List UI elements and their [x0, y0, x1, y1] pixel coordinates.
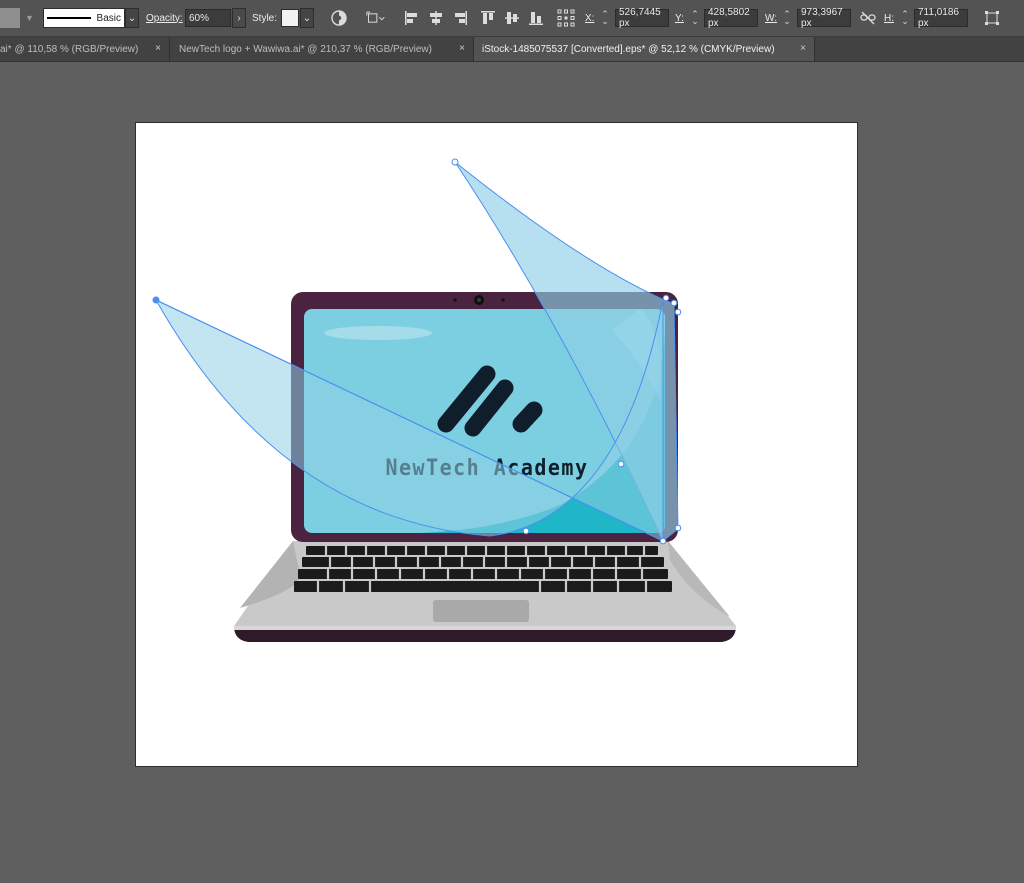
artwork-canvas: NewTech Academy [152, 158, 736, 642]
illustrator-window: ▼ Basic ⌄ Opacity: 60% › Style: ⌄ X: ⌃ ⌄… [0, 0, 1024, 883]
keyboard [294, 546, 672, 592]
touchpad [433, 600, 529, 622]
